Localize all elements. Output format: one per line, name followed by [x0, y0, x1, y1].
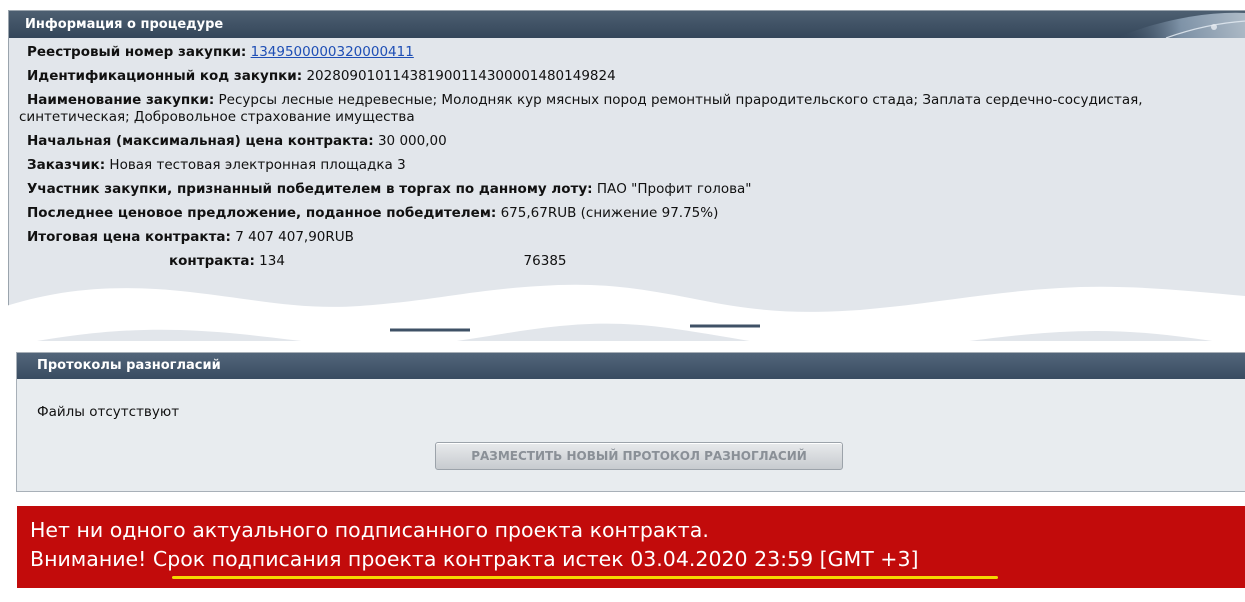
contract-number-row: контракта: 134 76385: [169, 253, 567, 269]
contract-number-label: контракта: [169, 253, 250, 269]
customer-label: Заказчик: [27, 157, 100, 173]
torn-edge: [0, 284, 1245, 352]
ident-code-row: Идентификационный код закупки: 202809010…: [27, 68, 616, 84]
registry-number-label: Реестровый номер закупки: [27, 44, 241, 60]
procedure-info-title: Информация о процедуре: [25, 17, 224, 32]
ident-code-value: 202809010114381900114300001480149824: [306, 68, 616, 84]
purchase-name-row: Наименование закупки: Ресурсы лесные нед…: [19, 92, 1143, 125]
alert-deadline-text: Срок подписания проекта контракта истек …: [152, 547, 919, 571]
last-offer-value: 675,67RUB (снижение 97.75%): [500, 205, 719, 221]
globe-icon: [1116, 12, 1245, 38]
registry-number-link[interactable]: 1349500000320000411: [251, 44, 414, 60]
alert-warning-prefix: Внимание!: [30, 547, 147, 571]
last-offer-row: Последнее ценовое предложение, поданное …: [27, 205, 719, 221]
protocols-panel: Протоколы разногласий Файлы отсутствуют …: [16, 352, 1245, 492]
final-price-value: 7 407 407,90RUB: [235, 229, 354, 245]
customer-row: Заказчик: Новая тестовая электронная пло…: [27, 157, 406, 173]
contract-alert: Нет ни одного актуального подписанного п…: [17, 506, 1245, 588]
contract-number-value-end: 76385: [523, 253, 567, 269]
alert-line-1: Нет ни одного актуального подписанного п…: [30, 518, 709, 542]
start-price-row: Начальная (максимальная) цена контракта:…: [27, 133, 447, 149]
purchase-name-label: Наименование закупки: [27, 92, 209, 108]
registry-number-row: Реестровый номер закупки: 13495000003200…: [27, 44, 414, 60]
last-offer-label: Последнее ценовое предложение, поданное …: [27, 205, 491, 221]
alert-line-2: Внимание! Срок подписания проекта контра…: [30, 545, 919, 574]
start-price-label: Начальная (максимальная) цена контракта: [27, 133, 369, 149]
final-price-row: Итоговая цена контракта: 7 407 407,90RUB: [27, 229, 354, 245]
winner-label: Участник закупки, признанный победителем…: [27, 181, 588, 197]
new-protocol-button[interactable]: РАЗМЕСТИТЬ НОВЫЙ ПРОТОКОЛ РАЗНОГЛАСИЙ: [435, 442, 843, 470]
no-files-text: Файлы отсутствуют: [37, 404, 180, 420]
procedure-info-header: Информация о процедуре: [9, 11, 1245, 38]
contract-number-value-start: 134: [259, 253, 285, 269]
winner-value: ПАО "Профит голова": [596, 181, 752, 197]
final-price-label: Итоговая цена контракта: [27, 229, 226, 245]
customer-value: Новая тестовая электронная площадка 3: [109, 157, 406, 173]
winner-row: Участник закупки, признанный победителем…: [27, 181, 752, 197]
protocols-header: Протоколы разногласий: [17, 353, 1245, 379]
start-price-value: 30 000,00: [377, 133, 447, 149]
ident-code-label: Идентификационный код закупки: [27, 68, 297, 84]
deadline-underline: [172, 576, 998, 579]
